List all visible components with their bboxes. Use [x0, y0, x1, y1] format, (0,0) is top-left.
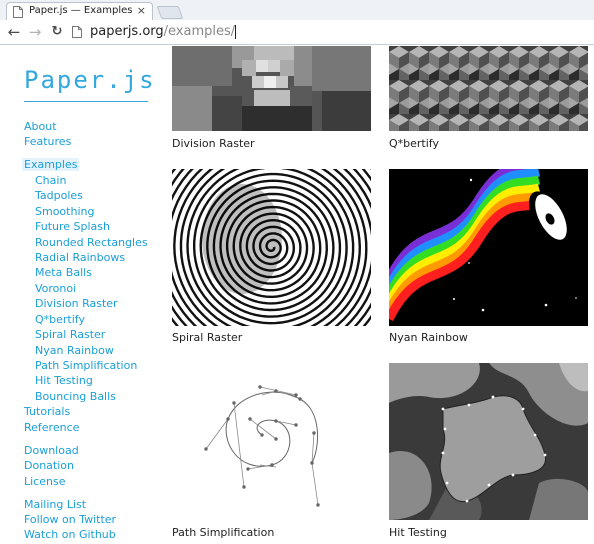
- nyan-rainbow-image: [389, 169, 588, 326]
- nav-example-path-simplification[interactable]: Path Simplification: [35, 359, 137, 372]
- hit-testing-image: [389, 363, 588, 520]
- nav-example-division-raster[interactable]: Division Raster: [35, 297, 118, 310]
- page-icon: [72, 26, 82, 38]
- example-thumb-division-raster[interactable]: [172, 46, 371, 131]
- nav-example-voronoi[interactable]: Voronoi: [35, 282, 76, 295]
- nav-example-spiral-raster[interactable]: Spiral Raster: [35, 328, 105, 341]
- nav-donation[interactable]: Donation: [24, 459, 74, 472]
- example-thumb-spiral-raster[interactable]: [172, 169, 371, 326]
- example-thumb-qbertify[interactable]: [389, 46, 588, 131]
- nav-example-chain[interactable]: Chain: [35, 174, 66, 187]
- example-caption-division-raster[interactable]: Division Raster: [172, 137, 255, 150]
- tab-title: Paper.js — Examples: [29, 5, 133, 16]
- example-thumb-path-simplification[interactable]: [172, 363, 371, 520]
- nav-mailing-list[interactable]: Mailing List: [24, 498, 86, 511]
- example-caption-hit-testing[interactable]: Hit Testing: [389, 526, 447, 539]
- nav-features[interactable]: Features: [24, 135, 71, 148]
- nav-example-nyan-rainbow[interactable]: Nyan Rainbow: [35, 344, 114, 357]
- spiral-raster-image: [172, 169, 371, 326]
- nav-example-tadpoles[interactable]: Tadpoles: [35, 189, 83, 202]
- nav-example-meta-balls[interactable]: Meta Balls: [35, 266, 92, 279]
- address-bar[interactable]: paperjs.org/examples/: [90, 24, 237, 39]
- tab-strip: Paper.js — Examples ×: [0, 0, 594, 20]
- page-icon: [13, 6, 23, 18]
- paperjs-logo[interactable]: Paper.js: [24, 66, 156, 94]
- nav-tutorials[interactable]: Tutorials: [24, 405, 70, 418]
- nav-examples[interactable]: Examples: [22, 158, 80, 171]
- browser-toolbar: ← → ↻ paperjs.org/examples/: [0, 20, 594, 45]
- nav-reference[interactable]: Reference: [24, 421, 79, 434]
- path-simplification-image: [172, 363, 371, 520]
- url-path: /examples/: [163, 24, 236, 39]
- nav-about[interactable]: About: [24, 120, 57, 133]
- url-host: paperjs.org: [90, 24, 164, 39]
- example-caption-path-simplification[interactable]: Path Simplification: [172, 526, 274, 539]
- back-arrow-icon[interactable]: ←: [6, 24, 22, 40]
- nav-license[interactable]: License: [24, 475, 65, 488]
- logo-divider: [24, 101, 148, 102]
- nav-example-rounded-rectangles[interactable]: Rounded Rectangles: [35, 236, 148, 249]
- example-thumb-hit-testing[interactable]: [389, 363, 588, 520]
- example-caption-qbertify[interactable]: Q*bertify: [389, 137, 439, 150]
- text-caret: [235, 24, 237, 39]
- qbertify-image: [389, 46, 588, 131]
- nav-example-qbertify[interactable]: Q*bertify: [35, 313, 85, 326]
- nav-example-hit-testing[interactable]: Hit Testing: [35, 374, 93, 387]
- nav-example-bouncing-balls[interactable]: Bouncing Balls: [35, 390, 116, 403]
- forward-arrow-icon[interactable]: →: [27, 24, 43, 40]
- reload-icon[interactable]: ↻: [49, 24, 65, 40]
- browser-tab[interactable]: Paper.js — Examples ×: [6, 2, 153, 20]
- nav-download[interactable]: Download: [24, 444, 79, 457]
- nav-example-radial-rainbows[interactable]: Radial Rainbows: [35, 251, 125, 264]
- nav-watch-github[interactable]: Watch on Github: [24, 528, 116, 541]
- division-raster-image: [172, 46, 371, 131]
- new-tab-button[interactable]: [156, 6, 184, 19]
- nav-example-future-splash[interactable]: Future Splash: [35, 220, 110, 233]
- example-thumb-nyan-rainbow[interactable]: [389, 169, 588, 326]
- example-caption-spiral-raster[interactable]: Spiral Raster: [172, 331, 242, 344]
- example-caption-nyan-rainbow[interactable]: Nyan Rainbow: [389, 331, 468, 344]
- nav-follow-twitter[interactable]: Follow on Twitter: [24, 513, 116, 526]
- close-tab-icon[interactable]: ×: [137, 4, 146, 17]
- nav-example-smoothing[interactable]: Smoothing: [35, 205, 94, 218]
